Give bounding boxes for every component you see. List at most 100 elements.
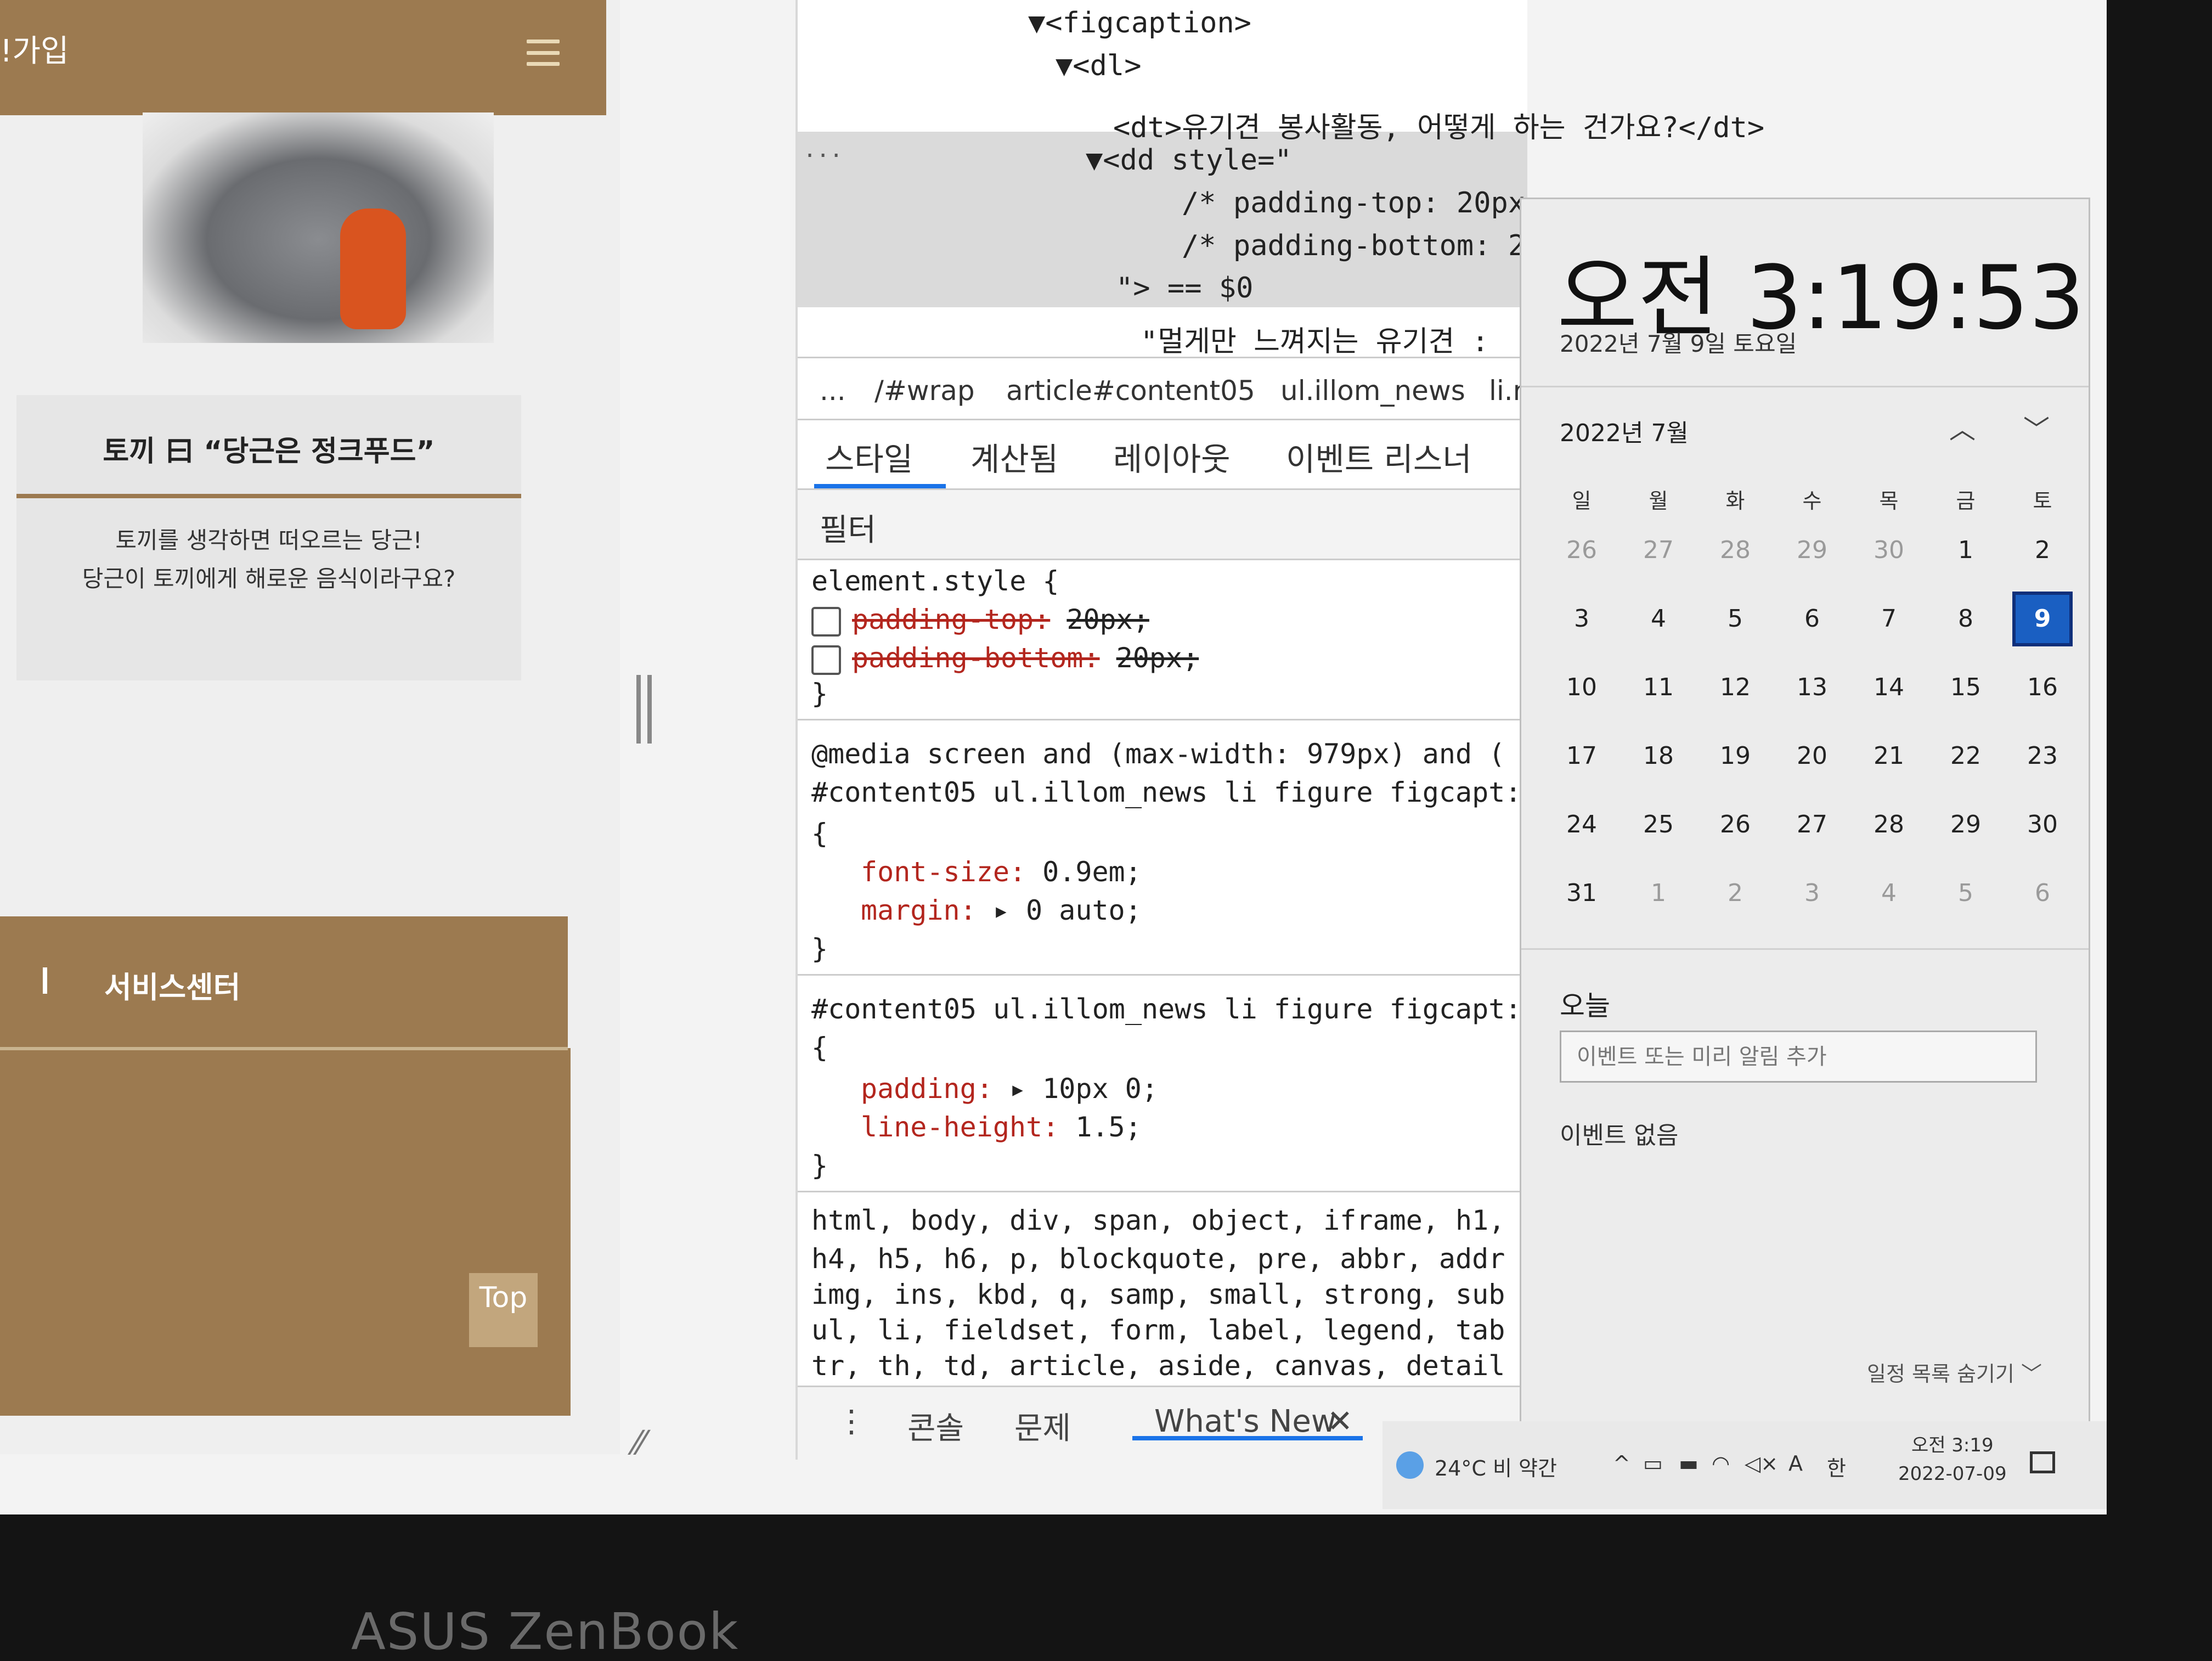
top-button[interactable]: Top: [469, 1273, 538, 1347]
calendar-day[interactable]: 13: [1774, 660, 1850, 715]
calendar-day[interactable]: 24: [1543, 797, 1620, 852]
reset-selector-line-4[interactable]: ul, li, fieldset, form, label, legend, t…: [811, 1314, 1505, 1346]
breadcrumb-article[interactable]: article#content05: [1006, 375, 1255, 407]
checkbox-padding-top[interactable]: [811, 606, 841, 637]
ime-mode-han[interactable]: 한: [1827, 1451, 1846, 1482]
decl-padding-bottom[interactable]: padding-bottom: 20px;: [811, 642, 1199, 675]
decl-padding[interactable]: padding: ▸ 10px 0;: [861, 1073, 1158, 1105]
calendar-day[interactable]: 10: [1543, 660, 1620, 715]
node-menu-ellipsis[interactable]: ...: [803, 137, 843, 162]
calendar-day[interactable]: 31: [1543, 866, 1620, 921]
weather-text[interactable]: 24°C 비 약간: [1435, 1451, 1557, 1482]
dom-text-node[interactable]: "멀게만 느껴지는 유기견 :: [1141, 318, 1489, 359]
tab-computed[interactable]: 계산됨: [970, 433, 1058, 480]
news-card[interactable]: 토끼 曰 “당근은 정크푸드” 토끼를 생각하면 떠오르는 당근! 당근이 토끼…: [16, 395, 521, 680]
tab-styles[interactable]: 스타일: [825, 433, 913, 480]
calendar-day[interactable]: 6: [1774, 592, 1850, 646]
tab-issues[interactable]: 문제: [1014, 1404, 1071, 1448]
decl-padding-top[interactable]: padding-top: 20px;: [811, 604, 1149, 637]
media-query[interactable]: @media screen and (max-width: 979px) and…: [811, 738, 1505, 770]
calendar-day[interactable]: 27: [1774, 797, 1850, 852]
calendar-day[interactable]: 28: [1697, 523, 1774, 578]
calendar-day[interactable]: 17: [1543, 729, 1620, 784]
calendar-day[interactable]: 3: [1774, 866, 1850, 921]
volume-muted-icon[interactable]: ◁×: [1745, 1451, 1778, 1476]
calendar-day[interactable]: 7: [1850, 592, 1927, 646]
calendar-day[interactable]: 27: [1620, 523, 1697, 578]
hamburger-menu-icon[interactable]: [527, 40, 560, 66]
wifi-icon[interactable]: ◠: [1712, 1451, 1730, 1476]
resize-grip-icon[interactable]: ⁄⁄: [634, 1427, 667, 1460]
reset-selector-line-5[interactable]: tr, th, td, article, aside, canvas, deta…: [811, 1350, 1505, 1382]
chevron-down-icon[interactable]: ﹀: [2023, 408, 2050, 446]
reset-selector-line-1[interactable]: html, body, div, span, object, iframe, h…: [811, 1204, 1505, 1236]
service-center-bar[interactable]: 서비스센터: [0, 916, 568, 1108]
decl-font-size[interactable]: font-size: 0.9em;: [861, 856, 1142, 888]
calendar-day[interactable]: 26: [1697, 797, 1774, 852]
calendar-day[interactable]: 6: [2004, 866, 2081, 921]
dom-node-figcaption[interactable]: ▼<figcaption>: [1028, 7, 1251, 40]
calendar-day[interactable]: 29: [1774, 523, 1850, 578]
calendar-day[interactable]: 11: [1620, 660, 1697, 715]
tab-layout[interactable]: 레이아웃: [1113, 433, 1230, 480]
calendar-day[interactable]: 14: [1850, 660, 1927, 715]
reset-selector-line-3[interactable]: img, ins, kbd, q, samp, small, strong, s…: [811, 1279, 1505, 1310]
battery-icon[interactable]: ▬: [1679, 1451, 1699, 1476]
calendar-day[interactable]: 8: [1927, 592, 2004, 646]
add-event-input[interactable]: 이벤트 또는 미리 알림 추가: [1560, 1031, 2037, 1083]
dom-node-dd[interactable]: ▼<dd style=": [1086, 144, 1292, 177]
calendar-day[interactable]: 18: [1620, 729, 1697, 784]
reset-selector-line-2[interactable]: h4, h5, h6, p, blockquote, pre, abbr, ad…: [811, 1243, 1505, 1275]
chevron-up-icon[interactable]: ︿: [1949, 408, 1976, 446]
decl-line-height[interactable]: line-height: 1.5;: [861, 1111, 1142, 1143]
calendar-day[interactable]: 4: [1620, 592, 1697, 646]
calendar-day[interactable]: 2: [1697, 866, 1774, 921]
weather-icon[interactable]: [1396, 1451, 1424, 1479]
calendar-day[interactable]: 22: [1927, 729, 2004, 784]
calendar-day[interactable]: 2: [2004, 523, 2081, 578]
calendar-day[interactable]: 15: [1927, 660, 2004, 715]
dom-node-dt[interactable]: <dt>유기견 봉사활동, 어떻게 하는 건가요?</dt>: [1113, 104, 1764, 145]
filter-input[interactable]: 필터: [798, 490, 1527, 560]
calendar-day[interactable]: 5: [1927, 866, 2004, 921]
drawer-menu-icon[interactable]: ⋮: [836, 1404, 867, 1439]
site-brand[interactable]: !가입: [0, 26, 69, 71]
calendar-day[interactable]: 5: [1697, 592, 1774, 646]
network-icon[interactable]: ▭: [1643, 1451, 1663, 1476]
calendar-day[interactable]: 25: [1620, 797, 1697, 852]
calendar-day[interactable]: 1: [1620, 866, 1697, 921]
ime-mode-a[interactable]: A: [1788, 1451, 1803, 1476]
calendar-day[interactable]: 3: [1543, 592, 1620, 646]
rule-element-style[interactable]: element.style {: [811, 565, 1059, 597]
calendar-day[interactable]: 12: [1697, 660, 1774, 715]
breadcrumb-ul[interactable]: ul.illom_news: [1280, 375, 1465, 407]
calendar-day[interactable]: 1: [1927, 523, 2004, 578]
tab-whats-new[interactable]: What's New: [1154, 1404, 1336, 1439]
tab-event-listeners[interactable]: 이벤트 리스너: [1286, 433, 1472, 480]
calendar-day[interactable]: 19: [1697, 729, 1774, 784]
calendar-day[interactable]: 4: [1850, 866, 1927, 921]
tray-expand-icon[interactable]: ^: [1613, 1451, 1630, 1476]
notification-icon[interactable]: [2030, 1451, 2055, 1473]
current-date[interactable]: 2022년 7월 9일 토요일: [1560, 325, 1797, 359]
tab-console[interactable]: 콘솔: [907, 1404, 964, 1448]
calendar-day[interactable]: 30: [1850, 523, 1927, 578]
hide-agenda-button[interactable]: 일정 목록 숨기기 ﹀: [1867, 1357, 2042, 1387]
tray-clock[interactable]: 오전 3:19 2022-07-09: [1898, 1431, 2007, 1488]
calendar-day[interactable]: 23: [2004, 729, 2081, 784]
calendar-day-today[interactable]: 9: [2012, 592, 2073, 646]
rule-selector-2[interactable]: #content05 ul.illom_news li figure figca…: [811, 993, 1521, 1025]
calendar-day[interactable]: 20: [1774, 729, 1850, 784]
calendar-day[interactable]: 16: [2004, 660, 2081, 715]
close-icon[interactable]: ✕: [1327, 1404, 1353, 1439]
calendar-day[interactable]: 21: [1850, 729, 1927, 784]
breadcrumb-li[interactable]: li.r: [1489, 375, 1524, 407]
rule-selector-1[interactable]: #content05 ul.illom_news li figure figca…: [811, 776, 1521, 808]
calendar-day[interactable]: 29: [1927, 797, 2004, 852]
breadcrumb-wrap[interactable]: /#wrap: [874, 375, 975, 407]
calendar-day[interactable]: 30: [2004, 797, 2081, 852]
decl-margin[interactable]: margin: ▸ 0 auto;: [861, 894, 1142, 926]
dom-node-dl[interactable]: ▼<dl>: [1056, 49, 1142, 82]
month-title[interactable]: 2022년 7월: [1560, 413, 1689, 448]
calendar-day[interactable]: 28: [1850, 797, 1927, 852]
